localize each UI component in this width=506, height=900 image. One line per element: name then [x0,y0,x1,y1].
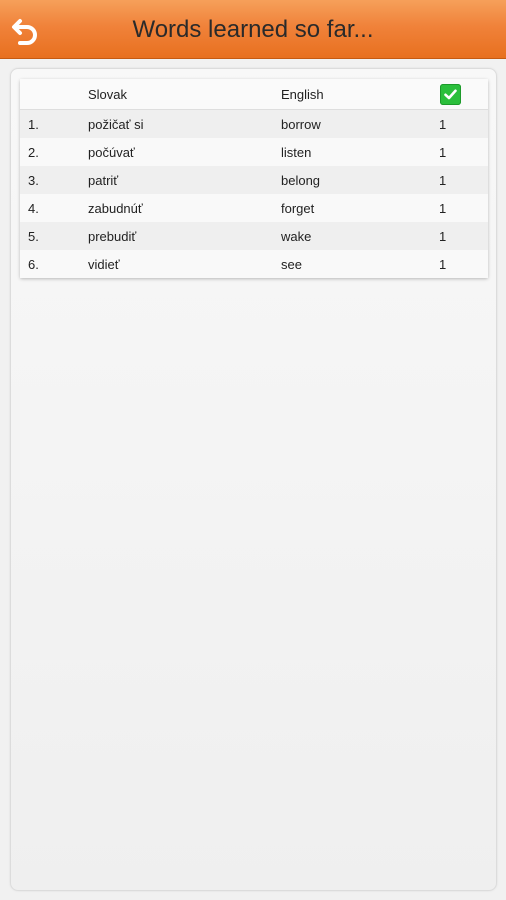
english-word: see [281,256,302,272]
slovak-word: patriť [88,172,119,188]
back-button[interactable] [8,12,44,48]
slovak-word: vidieť [88,256,120,272]
table-row[interactable]: 1. požičať si borrow 1 [20,110,488,138]
words-table: Slovak English 1. požičať si borrow 1 2.… [20,79,488,278]
learned-count: 1 [439,228,447,244]
slovak-word: prebudiť [88,228,137,244]
english-word: belong [281,172,321,188]
learned-count: 1 [439,144,447,160]
english-word: wake [281,228,312,244]
row-number: 2. [28,144,39,160]
english-word: borrow [281,116,321,132]
table-row[interactable]: 6. vidieť see 1 [20,250,488,278]
row-number: 6. [28,256,39,272]
checkbox-checked-icon[interactable] [440,84,461,105]
table-row[interactable]: 3. patriť belong 1 [20,166,488,194]
english-word: forget [281,200,315,216]
row-number: 3. [28,172,39,188]
page-title: Words learned so far... [132,16,374,43]
app-header: Words learned so far... [0,0,506,59]
slovak-word: požičať si [88,116,144,132]
content-panel: Slovak English 1. požičať si borrow 1 2.… [10,68,497,891]
english-word: listen [281,144,312,160]
learned-count: 1 [439,200,447,216]
row-number: 4. [28,200,39,216]
column-header-english: English [281,86,324,102]
row-number: 5. [28,228,39,244]
learned-count: 1 [439,256,447,272]
table-row[interactable]: 5. prebudiť wake 1 [20,222,488,250]
table-row[interactable]: 2. počúvať listen 1 [20,138,488,166]
row-number: 1. [28,116,39,132]
table-header: Slovak English [20,79,488,110]
column-header-slovak: Slovak [88,86,128,102]
table-row[interactable]: 4. zabudnúť forget 1 [20,194,488,222]
slovak-word: zabudnúť [88,200,143,216]
slovak-word: počúvať [88,144,135,160]
back-arrow-icon [12,19,37,45]
learned-count: 1 [439,116,447,132]
learned-count: 1 [439,172,447,188]
